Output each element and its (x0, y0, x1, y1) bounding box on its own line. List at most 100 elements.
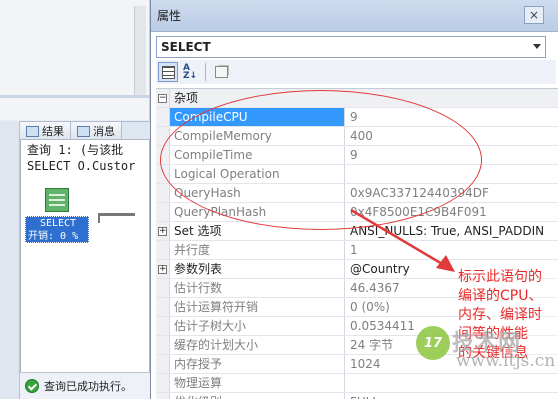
property-value[interactable]: ANSI_NULLS: True, ANSI_PADDIN (345, 222, 558, 240)
properties-toolbar: A Z↓ (156, 60, 556, 84)
watermark-logo: 17 (416, 326, 450, 360)
grid-icon (26, 125, 39, 137)
row-gutter (156, 317, 170, 335)
property-row[interactable]: 物理运算 (156, 374, 558, 393)
property-name: CompileTime (170, 146, 345, 164)
property-name: 内存授予 (170, 355, 345, 373)
execution-plan-pane: 查询 1: (与该批 SELECT O.Custor (20, 139, 150, 374)
property-name: 优化级别 (170, 393, 345, 399)
property-name: QueryPlanHash (170, 203, 345, 221)
plus-icon: + (158, 225, 167, 236)
property-row[interactable]: 并行度 1 (156, 241, 558, 260)
categorized-icon (161, 65, 175, 79)
collapse-icon[interactable]: − (156, 89, 170, 107)
row-gutter (156, 203, 170, 221)
success-check-icon (25, 379, 39, 393)
property-name: Logical Operation (170, 165, 345, 183)
message-icon (77, 125, 90, 137)
category-row[interactable]: − 杂项 (156, 89, 558, 108)
scrollbar[interactable] (134, 6, 146, 96)
property-row[interactable]: Logical Operation (156, 165, 558, 184)
property-row[interactable]: + Set 选项 ANSI_NULLS: True, ANSI_PADDIN (156, 222, 558, 241)
row-gutter (156, 355, 170, 373)
property-pages-icon (214, 66, 228, 78)
property-name: 估计子树大小 (170, 317, 345, 335)
row-gutter (156, 298, 170, 316)
select-operator-icon[interactable] (45, 188, 69, 212)
tab-messages-label: 消息 (93, 125, 115, 138)
plan-node-name: SELECT (39, 218, 77, 229)
annotation-line: 编译的CPU、 (458, 288, 543, 304)
property-name: CompileCPU (170, 108, 345, 126)
property-value[interactable]: 9 (345, 108, 558, 126)
expand-icon[interactable]: + (156, 260, 170, 278)
property-value[interactable]: 9 (345, 146, 558, 164)
categorized-button[interactable] (158, 62, 178, 82)
property-row[interactable]: CompileCPU 9 (156, 108, 558, 127)
query-sql-line: SELECT O.Custor (27, 159, 136, 173)
property-value[interactable]: 1 (345, 241, 558, 259)
property-row[interactable]: 优化级别FULL (156, 393, 558, 399)
property-name: 物理运算 (170, 374, 345, 392)
properties-titlebar[interactable]: 属性 × (151, 0, 558, 32)
property-name: Set 选项 (170, 222, 345, 240)
property-value[interactable]: 0x9AC33712440394DF (345, 184, 558, 202)
plan-connector (98, 213, 135, 216)
property-value[interactable]: 0x4F8500E1C9B4F091 (345, 203, 558, 221)
plus-icon: + (158, 263, 167, 274)
close-icon: × (528, 8, 540, 22)
row-gutter (156, 241, 170, 259)
row-gutter (156, 336, 170, 354)
row-gutter (156, 374, 170, 392)
chevron-down-icon (533, 44, 541, 49)
row-gutter (156, 146, 170, 164)
property-name: QueryHash (170, 184, 345, 202)
object-selector-value: SELECT (161, 40, 211, 54)
watermark-url: www.itjs.cn (456, 351, 556, 371)
status-text: 查询已成功执行。 (44, 380, 132, 393)
row-gutter (156, 393, 170, 399)
property-row[interactable]: CompileTime 9 (156, 146, 558, 165)
property-name: 估计行数 (170, 279, 345, 297)
property-value[interactable] (345, 374, 558, 392)
object-selector-dropdown[interactable]: SELECT (156, 36, 546, 58)
property-row[interactable]: CompileMemory 400 (156, 127, 558, 146)
results-tabbar: 结果 消息 (20, 121, 150, 140)
sort-az-icon: A Z↓ (182, 63, 198, 81)
row-gutter (156, 184, 170, 202)
plan-connector-tick (98, 213, 100, 223)
property-name: 并行度 (170, 241, 345, 259)
properties-title: 属性 (157, 9, 182, 23)
row-gutter (156, 279, 170, 297)
category-label: 杂项 (174, 91, 199, 105)
annotation-line: 标示此语句的 (458, 269, 542, 285)
property-row[interactable]: QueryHash 0x9AC33712440394DF (156, 184, 558, 203)
tab-messages[interactable]: 消息 (71, 122, 122, 140)
plan-node-cost: 开销: 0 % (28, 231, 79, 242)
expand-icon[interactable]: + (156, 222, 170, 240)
close-button[interactable]: × (524, 6, 544, 24)
property-value[interactable] (345, 165, 558, 183)
tab-results-label: 结果 (42, 125, 64, 138)
property-name: CompileMemory (170, 127, 345, 145)
property-name: 缓存的计划大小 (170, 336, 345, 354)
query-header-line: 查询 1: (与该批 (27, 143, 124, 157)
left-gutter (0, 121, 20, 399)
toolbar-separator (205, 63, 206, 81)
property-value[interactable]: FULL (345, 393, 558, 399)
row-gutter (156, 108, 170, 126)
property-value[interactable]: 400 (345, 127, 558, 145)
plan-node-label[interactable]: SELECT 开销: 0 % (25, 216, 89, 243)
watermark-logo-text: 17 (423, 335, 443, 351)
row-gutter (156, 165, 170, 183)
property-pages-button[interactable] (211, 62, 231, 82)
tab-results[interactable]: 结果 (20, 122, 71, 140)
status-bar: 查询已成功执行。 (20, 372, 150, 399)
property-name: 参数列表 (170, 260, 345, 278)
property-row[interactable]: QueryPlanHash 0x4F8500E1C9B4F091 (156, 203, 558, 222)
alphabetical-button[interactable]: A Z↓ (180, 62, 200, 82)
annotation-line: 内存、编译时 (458, 307, 542, 323)
row-gutter (156, 127, 170, 145)
property-name: 估计运算符开销 (170, 298, 345, 316)
object-explorer-pane (0, 0, 150, 120)
